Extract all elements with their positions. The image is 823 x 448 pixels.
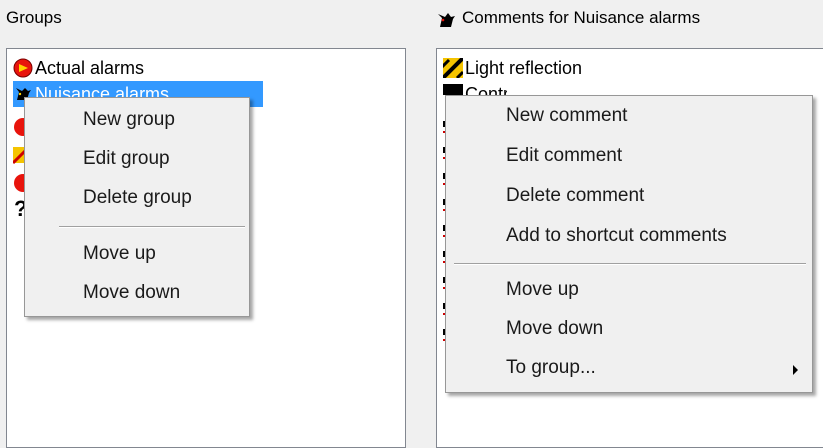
list-item-light-reflection[interactable]: Light reflection	[443, 55, 823, 81]
submenu-arrow-icon	[793, 365, 798, 375]
list-item-label: Light reflection	[465, 58, 583, 78]
group-context-menu: New group Edit group Delete group Move u…	[24, 97, 250, 317]
menu-item-delete-group[interactable]: Delete group	[25, 180, 249, 216]
menu-item-edit-comment[interactable]: Edit comment	[446, 138, 812, 174]
black-square-icon	[443, 84, 463, 95]
menu-separator	[59, 226, 245, 228]
warning-stripe-icon	[443, 58, 463, 78]
menu-item-new-comment[interactable]: New comment	[446, 98, 812, 134]
menu-item-move-up[interactable]: Move up	[446, 272, 812, 308]
red-alarm-icon	[13, 58, 33, 78]
comments-label: Comments for Nuisance alarms	[462, 8, 701, 27]
comment-context-menu: New comment Edit comment Delete comment …	[445, 95, 813, 393]
list-item-label: Actual alarms	[35, 58, 145, 78]
list-item-label: Contrast	[465, 84, 507, 95]
list-item-actual-alarms[interactable]: Actual alarms	[13, 55, 401, 81]
menu-item-move-down[interactable]: Move down	[446, 311, 812, 347]
menu-item-new-group[interactable]: New group	[25, 102, 249, 138]
menu-separator	[454, 263, 806, 265]
groups-label: Groups	[6, 8, 62, 27]
menu-item-edit-group[interactable]: Edit group	[25, 141, 249, 177]
menu-item-move-up[interactable]: Move up	[25, 236, 249, 272]
menu-item-move-down[interactable]: Move down	[25, 275, 249, 311]
menu-item-to-group[interactable]: To group...	[446, 350, 812, 386]
menu-item-delete-comment[interactable]: Delete comment	[446, 178, 812, 214]
black-cat-icon	[438, 13, 455, 27]
list-item-contrast[interactable]: Contrast	[443, 81, 507, 95]
menu-item-add-to-shortcut-comments[interactable]: Add to shortcut comments	[446, 218, 812, 254]
